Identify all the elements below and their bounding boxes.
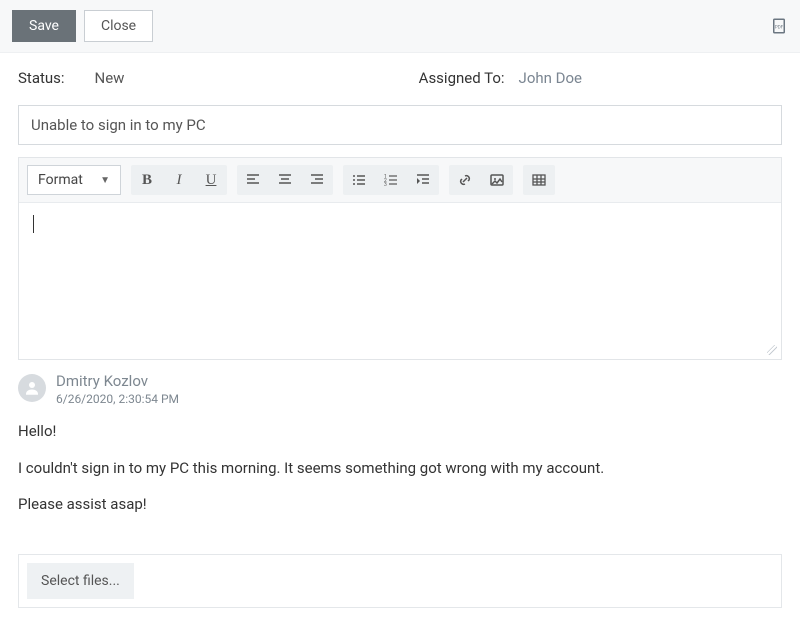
table-group [523,165,555,195]
format-dropdown-label: Format [38,172,83,188]
numbered-list-icon[interactable]: 123 [375,165,407,195]
align-right-icon[interactable] [301,165,333,195]
align-left-icon[interactable] [237,165,269,195]
bold-icon[interactable]: B [131,165,163,195]
image-icon[interactable] [481,165,513,195]
file-upload-box: Select files... [18,554,782,608]
link-icon[interactable] [449,165,481,195]
underline-icon[interactable]: U [195,165,227,195]
assigned-to-value[interactable]: John Doe [519,69,582,87]
select-files-button[interactable]: Select files... [27,563,134,599]
comment-timestamp: 6/26/2020, 2:30:54 PM [56,392,179,406]
comment-line: I couldn't sign in to my PC this morning… [18,457,782,480]
close-button[interactable]: Close [84,10,153,42]
status-value: New [95,69,125,87]
editor-wrap: Format ▼ B I U [0,157,800,360]
format-dropdown[interactable]: Format ▼ [27,165,121,195]
subject-wrap [0,97,800,157]
svg-text:PDF: PDF [775,24,784,30]
align-group [237,165,333,195]
top-bar: Save Close PDF [0,0,800,53]
svg-text:3: 3 [384,182,387,188]
comment-author: Dmitry Kozlov [56,372,179,390]
meta-status: Status: New [18,69,124,87]
comment-block: Dmitry Kozlov 6/26/2020, 2:30:54 PM Hell… [0,360,800,540]
list-group: 123 [343,165,439,195]
table-icon[interactable] [523,165,555,195]
comment-body: Hello! I couldn't sign in to my PC this … [18,406,782,540]
assigned-to-label: Assigned To: [419,69,505,87]
text-style-group: B I U [131,165,227,195]
top-bar-actions: Save Close [12,10,153,42]
editor-toolbar: Format ▼ B I U [19,158,781,203]
meta-row: Status: New Assigned To: John Doe [0,53,800,97]
subject-input[interactable] [18,105,782,145]
avatar [18,374,46,402]
editor-content[interactable] [19,203,781,353]
bulleted-list-icon[interactable] [343,165,375,195]
export-pdf-icon[interactable]: PDF [770,17,788,35]
comment-header: Dmitry Kozlov 6/26/2020, 2:30:54 PM [18,372,782,406]
comment-line: Hello! [18,420,782,443]
insert-group [449,165,513,195]
rich-text-editor: Format ▼ B I U [18,157,782,360]
meta-assigned: Assigned To: John Doe [419,69,782,87]
comment-meta: Dmitry Kozlov 6/26/2020, 2:30:54 PM [56,372,179,406]
save-button[interactable]: Save [12,10,76,42]
align-center-icon[interactable] [269,165,301,195]
indent-icon[interactable] [407,165,439,195]
comment-line: Please assist asap! [18,493,782,516]
chevron-down-icon: ▼ [100,175,110,186]
text-cursor [33,215,34,233]
resize-handle[interactable] [19,353,781,359]
status-label: Status: [18,69,65,87]
italic-icon[interactable]: I [163,165,195,195]
